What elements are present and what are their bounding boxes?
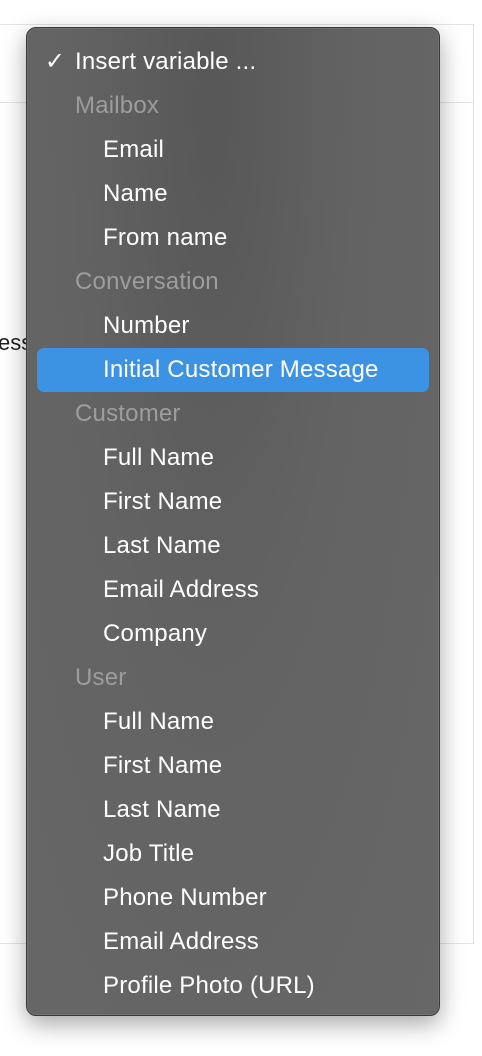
menu-item-mailbox-name[interactable]: Name: [37, 172, 429, 216]
menu-item-user-job-title[interactable]: Job Title: [37, 832, 429, 876]
menu-item-customer-first-name[interactable]: First Name: [37, 480, 429, 524]
menu-item-user-phone-number[interactable]: Phone Number: [37, 876, 429, 920]
menu-item-user-profile-photo-url[interactable]: Profile Photo (URL): [37, 964, 429, 1008]
checkmark-icon: ✓: [44, 48, 66, 75]
menu-section-header-customer: Customer: [75, 400, 181, 427]
menu-section-header-mailbox: Mailbox: [75, 92, 160, 119]
menu-item-customer-full-name[interactable]: Full Name: [37, 436, 429, 480]
menu-item-conversation-number[interactable]: Number: [37, 304, 429, 348]
menu-item-label: Insert variable ...: [75, 48, 257, 75]
menu-item-customer-email-address[interactable]: Email Address: [37, 568, 429, 612]
menu-section-header-user: User: [75, 664, 127, 691]
menu-item-conversation-initial-customer-message[interactable]: Initial Customer Message: [37, 348, 429, 392]
menu-item-user-full-name[interactable]: Full Name: [37, 700, 429, 744]
page: ess ✓ Insert variable ... Mailbox Email …: [0, 0, 482, 1056]
menu-item-user-last-name[interactable]: Last Name: [37, 788, 429, 832]
menu-item-insert-variable[interactable]: ✓ Insert variable ...: [27, 40, 439, 84]
menu-item-mailbox-from-name[interactable]: From name: [37, 216, 429, 260]
background-partial-text: ess: [0, 330, 28, 355]
insert-variable-menu[interactable]: ✓ Insert variable ... Mailbox Email Name…: [26, 27, 440, 1016]
menu-section-header-conversation: Conversation: [75, 268, 219, 295]
menu-item-customer-company[interactable]: Company: [37, 612, 429, 656]
menu-item-user-email-address[interactable]: Email Address: [37, 920, 429, 964]
menu-item-user-first-name[interactable]: First Name: [37, 744, 429, 788]
menu-item-customer-last-name[interactable]: Last Name: [37, 524, 429, 568]
menu-item-mailbox-email[interactable]: Email: [37, 128, 429, 172]
